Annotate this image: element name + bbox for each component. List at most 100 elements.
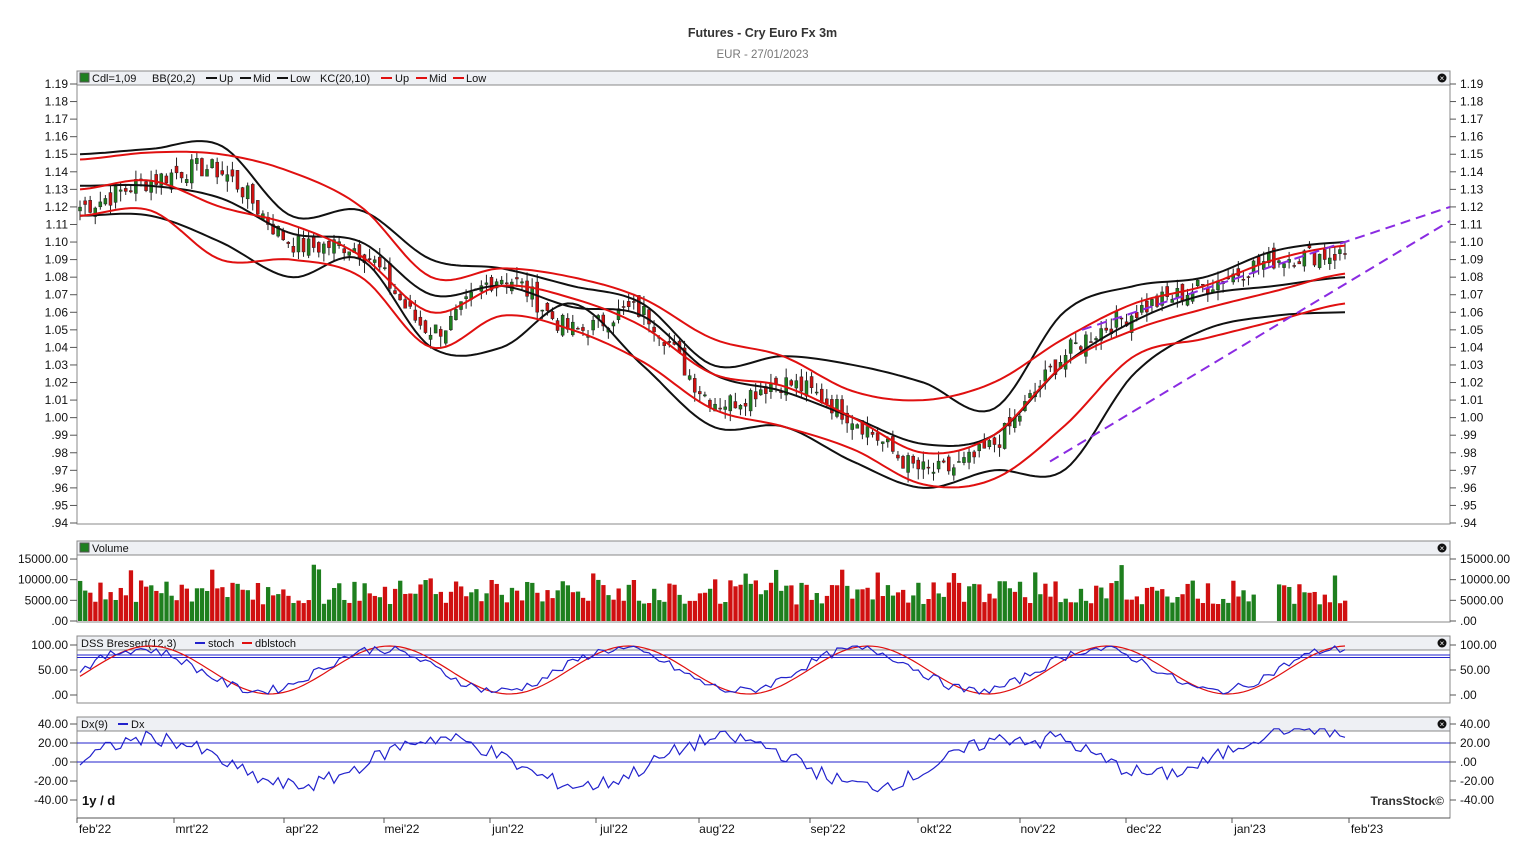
candle-body [230, 169, 235, 177]
candle-body [113, 185, 118, 203]
volume-bar [580, 597, 586, 621]
price-tick-left: 1.18 [45, 95, 69, 109]
candle-body [967, 451, 971, 463]
volume-bar [1038, 594, 1043, 621]
volume-bar [936, 593, 941, 621]
candle-body [103, 198, 108, 205]
volume-bar [992, 598, 997, 621]
dss-tick-left: 50.00 [38, 663, 68, 677]
volume-bar [860, 589, 865, 621]
price-tick-left: 1.19 [45, 77, 69, 91]
volume-bar [453, 581, 459, 621]
candle-body [200, 158, 204, 177]
volume-bar [611, 599, 616, 621]
legend-cdl: Cdl=1,09 [92, 73, 136, 85]
price-tick-right: 1.04 [1460, 340, 1484, 354]
volume-bar [332, 587, 337, 621]
candle-body [250, 184, 255, 204]
price-tick-left: 1.10 [45, 235, 69, 249]
price-tick-left: 1.05 [45, 323, 69, 337]
volume-bar [535, 592, 540, 621]
volume-bar [342, 599, 347, 621]
volume-bar [1297, 584, 1302, 621]
volume-bar [1109, 583, 1114, 621]
candle-body [418, 316, 423, 326]
volume-legend-icon [79, 542, 90, 553]
volume-bar [616, 588, 621, 621]
candle-body [1201, 283, 1205, 286]
volume-bar [306, 600, 311, 621]
volume-bar [1104, 598, 1109, 621]
legend-stoch: stoch [208, 638, 234, 650]
volume-bar [199, 588, 205, 621]
volume-bar [1332, 575, 1338, 621]
price-tick-right: .96 [1460, 481, 1477, 495]
volume-bar [1068, 602, 1073, 621]
candle-body [992, 437, 997, 445]
volume-bar [149, 585, 154, 621]
volume-bar [469, 592, 474, 621]
candle-body [286, 241, 291, 244]
candle-body [865, 426, 870, 438]
volume-bar [1114, 580, 1119, 621]
price-tick-right: 1.07 [1460, 288, 1484, 302]
volume-bar [865, 587, 870, 621]
close-icon: × [1440, 544, 1445, 553]
price-tick-left: 1.03 [45, 358, 69, 372]
candle-body [1043, 369, 1048, 382]
candle-body [499, 279, 504, 285]
volume-bar [1215, 604, 1221, 621]
volume-bar [748, 583, 753, 621]
candle-body [88, 200, 92, 213]
candle-body [1292, 265, 1296, 267]
candle-body [652, 326, 656, 333]
candle-body [850, 423, 854, 430]
volume-bar [926, 599, 931, 621]
volume-bar [1119, 565, 1124, 621]
legend-bb-mid: Mid [253, 73, 271, 85]
x-tick-label: mrt'22 [176, 822, 209, 836]
volume-bar [697, 593, 703, 621]
volume-bar [489, 579, 494, 621]
volume-bar [443, 602, 449, 621]
volume-bar [982, 602, 987, 621]
volume-bar [1307, 592, 1312, 621]
candle-body [296, 236, 301, 253]
volume-bar [702, 592, 708, 621]
volume-bar [829, 585, 835, 621]
candle-body [753, 391, 758, 400]
candle-body [997, 444, 1002, 448]
candle-body [210, 159, 214, 169]
candle-body [225, 174, 230, 182]
volume-bar [255, 583, 261, 621]
volume-tick-right: 15000.00 [1460, 552, 1510, 566]
chart-svg: Cdl=1,09 BB(20,2) Up Mid Low KC(20,10) U… [18, 70, 1510, 836]
candle-body [728, 395, 733, 412]
price-tick-right: 1.16 [1460, 130, 1484, 144]
candle-body [520, 281, 524, 284]
volume-tick-right: .00 [1460, 614, 1477, 628]
volume-bar [728, 580, 733, 621]
price-tick-left: 1.06 [45, 305, 69, 319]
x-tick-label: okt'22 [920, 822, 952, 836]
candle-body [398, 294, 402, 301]
candle-body [733, 401, 738, 409]
candle-body [972, 451, 976, 458]
volume-bar [1276, 584, 1282, 621]
candle-body [891, 436, 895, 452]
dx-tick-left: -20.00 [34, 774, 68, 788]
candle-body [718, 407, 722, 410]
candle-body [174, 165, 179, 174]
candle-body [367, 258, 372, 261]
volume-bar [154, 590, 159, 621]
volume-bar [352, 581, 357, 621]
candle-body [1104, 327, 1108, 331]
candle-body [311, 236, 316, 248]
candle-body [632, 301, 636, 303]
volume-bar [1210, 603, 1216, 621]
dx-panel [76, 716, 1451, 819]
volume-bar [1134, 596, 1140, 621]
volume-bar [93, 601, 98, 621]
candle-body [1079, 346, 1083, 350]
volume-bar [1022, 597, 1028, 621]
